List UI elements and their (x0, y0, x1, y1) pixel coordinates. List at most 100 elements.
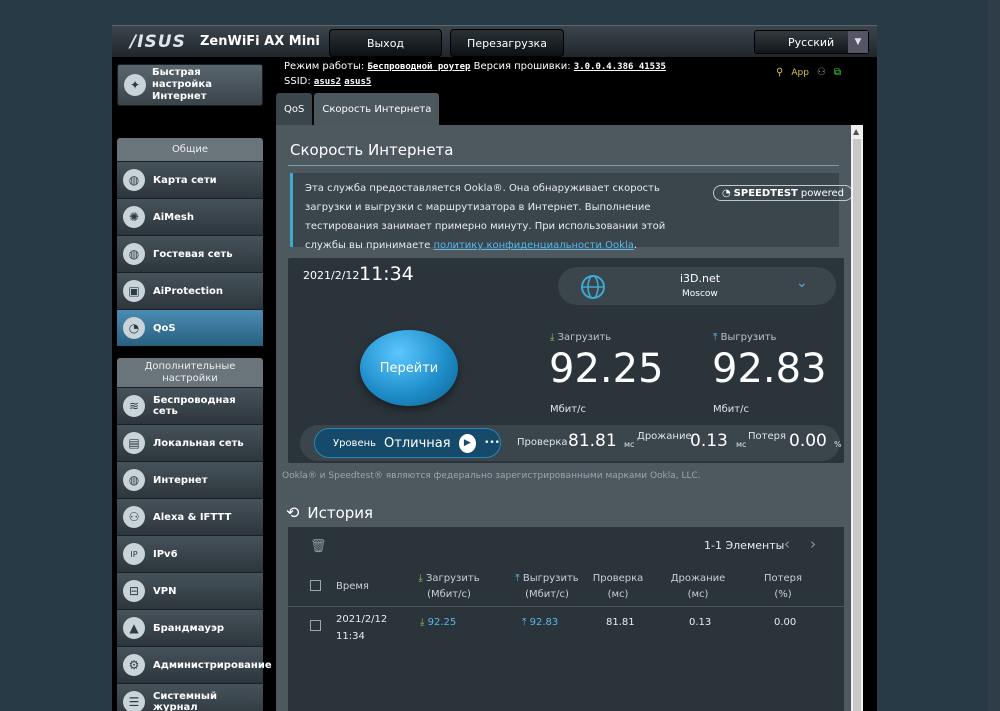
language-value: Русский (788, 35, 835, 49)
title-divider (288, 165, 839, 166)
window-scrollbar[interactable] (988, 0, 1000, 711)
col-ping-l2: (мс) (607, 589, 629, 600)
sidebar-item-vpn[interactable]: ⊟ VPN (117, 572, 263, 609)
scroll-up-icon[interactable]: ▲ (853, 127, 859, 136)
globe-icon: ◍ (123, 169, 145, 191)
firmware-link[interactable]: 3.0.0.4.386_41535 (574, 62, 666, 72)
notice-text: Эта служба предоставляется Ookla®. Она о… (305, 179, 685, 255)
chevron-left-icon[interactable]: ‹ (784, 535, 790, 553)
col-time: Время (336, 581, 369, 592)
sidebar-item-wireless[interactable]: ≋ Беспроводная сеть (117, 387, 263, 424)
quality-label: Уровень (333, 437, 377, 449)
ping-label: Проверка (517, 437, 568, 448)
mode-label: Режим работы: (284, 61, 365, 72)
row-ping: 81.81 (606, 617, 635, 628)
col-jitter-l1: Дрожание (670, 573, 726, 584)
firmware-label: Версия прошивки: (473, 61, 571, 72)
col-loss-l2: (%) (774, 589, 792, 600)
privacy-policy-link[interactable]: политику конфиденциальности Ookla (433, 240, 633, 251)
play-icon[interactable]: ▶ (458, 433, 477, 453)
download-label-wrap: ⤓ Загрузить (550, 332, 611, 343)
download-arrow-icon: ⤓ (418, 573, 423, 584)
sidebar-item-label: Локальная сеть (153, 437, 244, 449)
clients-icon[interactable]: ⚇ (817, 67, 826, 78)
sidebar-item-label: Гостевая сеть (153, 248, 233, 260)
network-status-icon[interactable]: ⧉ (834, 67, 841, 78)
test-date: 2021/2/12 (303, 269, 360, 282)
lan-icon: ▤ (123, 432, 145, 454)
more-icon[interactable]: ••• (484, 438, 500, 448)
download-value: 92.25 (549, 346, 664, 392)
section-general-heading: Общие (117, 138, 263, 161)
quick-setup-label: Быстрая настройка Интернет (152, 67, 212, 102)
sidebar-item-aimesh[interactable]: ✺ AiMesh (117, 198, 263, 235)
router-admin-window: /ISUS ZenWiFi AX Mini Выход Перезагрузка… (112, 25, 877, 711)
sidebar-item-lan[interactable]: ▤ Локальная сеть (117, 424, 263, 461)
wifi-icon: ≋ (123, 395, 145, 417)
history-title: История (307, 503, 374, 522)
upload-arrow-icon: ⤒ (713, 332, 718, 343)
sidebar-item-label: Администрирование (153, 659, 272, 671)
quick-setup-button[interactable]: ✦ Быстрая настройка Интернет (117, 64, 263, 106)
jitter-unit: мс (736, 440, 747, 449)
row-upload: ⤒ 92.83 (522, 617, 558, 628)
main-scrollbar[interactable]: ▲ (851, 125, 863, 711)
notice-end: . (633, 240, 638, 251)
sidebar-item-label: QoS (153, 322, 176, 334)
tab-internet-speed[interactable]: Скорость Интернета (314, 93, 440, 125)
col-upload: ⤒ Выгрузить (Мбит/с) (504, 571, 590, 603)
sidebar-item-ipv6[interactable]: IP IPv6 (117, 535, 263, 572)
ssid-line: SSID: asus2 asus5 (284, 76, 371, 87)
sidebar-item-label: AiProtection (153, 285, 223, 297)
sidebar-item-label: Интернет (153, 474, 208, 486)
globe-icon: ◍ (123, 469, 145, 491)
col-download-l2: (Мбит/с) (427, 589, 471, 600)
ssid-label: SSID: (284, 76, 311, 87)
globe-icon: ◍ (123, 243, 145, 265)
col-loss-l1: Потеря (764, 573, 802, 584)
chevron-down-icon[interactable]: ⌄ (796, 275, 808, 291)
ipv6-icon: IP (123, 543, 145, 565)
sidebar-item-guest-network[interactable]: ◍ Гостевая сеть (117, 235, 263, 272)
sidebar-item-label: Alexa & IFTTT (153, 511, 232, 523)
language-select[interactable]: Русский ▼ (754, 30, 869, 54)
sidebar-item-network-map[interactable]: ◍ Карта сети (117, 161, 263, 198)
col-ping-l1: Проверка (592, 573, 644, 584)
pager-count: 1-1 Элементы (704, 539, 785, 552)
upload-arrow-icon: ⤒ (515, 573, 520, 584)
app-icon[interactable]: ⚲ (776, 67, 783, 78)
reboot-button[interactable]: Перезагрузка (450, 29, 564, 57)
jitter-value: 0.13 (690, 431, 728, 451)
upload-unit: Мбит/с (713, 404, 749, 415)
sidebar-item-label: IPv6 (153, 548, 178, 560)
server-select[interactable]: i3D.net Moscow ⌄ (558, 267, 836, 305)
top-header: /ISUS ZenWiFi AX Mini Выход Перезагрузка… (112, 25, 877, 57)
tab-qos[interactable]: QoS (276, 93, 313, 125)
ssid-link-1[interactable]: asus2 (314, 77, 341, 87)
go-button[interactable]: Перейти (360, 330, 458, 406)
app-label[interactable]: App (791, 68, 809, 78)
sidebar-item-label: AiMesh (153, 211, 194, 223)
sidebar-item-wan[interactable]: ◍ Интернет (117, 461, 263, 498)
sidebar-item-qos[interactable]: ◔ QoS (117, 309, 263, 346)
mode-link[interactable]: Беспроводной роутер (367, 62, 470, 72)
select-all-checkbox[interactable] (310, 580, 321, 591)
chevron-right-icon[interactable]: › (810, 535, 816, 553)
ssid-link-2[interactable]: asus5 (344, 77, 371, 87)
chevron-down-icon: ▼ (848, 31, 868, 53)
quality-player[interactable]: Уровень Отличная ▶ ••• (314, 428, 501, 458)
server-name: i3D.net (680, 272, 721, 285)
logout-button[interactable]: Выход (329, 29, 442, 57)
sidebar-item-administration[interactable]: ⚙ Администрирование (117, 646, 272, 683)
row-checkbox[interactable] (310, 620, 321, 631)
row-date: 2021/2/12 (336, 614, 388, 625)
metrics-bar: Уровень Отличная ▶ ••• Проверка 81.81 мс… (300, 425, 842, 461)
sidebar-item-aiprotection[interactable]: ▣ AiProtection (117, 272, 263, 309)
sidebar-item-alexa-ifttt[interactable]: ⚇ Alexa & IFTTT (117, 498, 263, 535)
table-divider (288, 606, 844, 607)
sidebar-item-firewall[interactable]: ▲ Брандмауэр (117, 609, 263, 646)
sidebar-item-system-log[interactable]: ☰ Системный журнал (117, 683, 263, 711)
speedtest-card: 2021/2/12 11:34 i3D.net Moscow ⌄ Перейти… (288, 258, 844, 463)
scroll-thumb[interactable] (853, 139, 861, 711)
trash-icon[interactable]: 🗑 (310, 539, 327, 554)
